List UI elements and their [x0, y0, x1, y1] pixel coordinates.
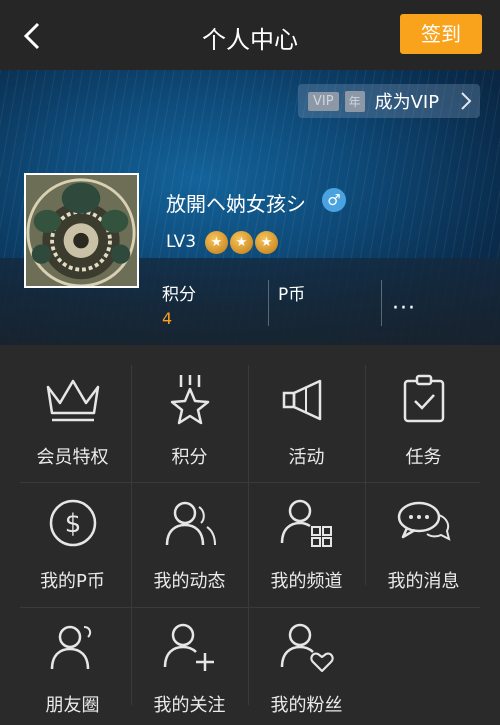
back-arrow-icon[interactable] [14, 18, 50, 54]
user-plus-icon [163, 623, 214, 671]
menu-item-my-fans[interactable]: 我的粉丝 [248, 607, 365, 725]
svg-text:$: $ [64, 509, 81, 539]
menu-item-label: 积分 [171, 447, 208, 468]
vip-tag: VIP [308, 91, 339, 111]
male-gender-icon: ♂ [322, 188, 346, 212]
divider [268, 280, 269, 326]
menu-item-my-posts[interactable]: 我的动态 [131, 483, 248, 601]
year-tag: 年 [344, 90, 365, 112]
menu-item-points[interactable]: 积分 [131, 359, 248, 477]
level-label: LV3 [166, 232, 197, 252]
top-bar: 个人中心 签到 [0, 0, 500, 70]
menu-item-label: 活动 [288, 447, 325, 468]
become-vip-label: 成为VIP [374, 92, 440, 113]
star-icon: ★ [230, 231, 253, 254]
username: 放開ヘ妠女孩シ [166, 192, 306, 216]
menu-item-my-messages[interactable]: 我的消息 [365, 483, 482, 601]
star-icon: ★ [255, 231, 278, 254]
divider [381, 280, 382, 326]
menu-item-label: 我的P币 [40, 571, 105, 592]
menu-item-my-following[interactable]: 我的关注 [131, 607, 248, 725]
crown-icon [46, 379, 99, 422]
clipboard-check-icon [403, 374, 444, 423]
menu-item-label: 我的关注 [153, 695, 226, 716]
stat-pcoin[interactable]: P币 [278, 280, 305, 305]
level-stars: ★ ★ ★ [205, 231, 278, 254]
star-points-icon [170, 375, 209, 425]
menu-item-label: 我的动态 [153, 571, 226, 592]
stat-points[interactable]: 积分 4 [162, 280, 196, 328]
star-icon: ★ [205, 231, 228, 254]
checkin-button[interactable]: 签到 [400, 14, 482, 54]
menu-grid: 会员特权 积分 活动 任务 $ 我的P币 我的动态 我的频道 我的消息 朋友圈 … [0, 345, 500, 725]
stat-points-label: 积分 [162, 285, 196, 305]
chat-bubbles-icon [397, 501, 450, 541]
menu-item-my-pcoins[interactable]: $ 我的P币 [14, 483, 131, 601]
user-grid-icon [280, 499, 332, 547]
menu-item-label: 朋友圈 [45, 695, 100, 716]
menu-item-label: 我的频道 [270, 571, 343, 592]
coin-icon: $ [49, 499, 96, 547]
menu-item-activities[interactable]: 活动 [248, 359, 365, 477]
user-heart-icon [280, 623, 334, 673]
more-button[interactable]: ··· [392, 296, 416, 321]
megaphone-icon [282, 379, 321, 421]
menu-item-member-privileges[interactable]: 会员特权 [14, 359, 131, 477]
become-vip-button[interactable]: VIP 年 成为VIP [298, 84, 480, 118]
menu-item-label: 我的消息 [387, 571, 460, 592]
stat-pcoin-label: P币 [278, 285, 306, 305]
friends-icon [50, 625, 91, 670]
menu-item-my-channels[interactable]: 我的频道 [248, 483, 365, 601]
chevron-right-icon [461, 92, 472, 110]
profile-header: VIP 年 成为VIP 放開ヘ妠女孩シ ♂ LV3 ★ ★ ★ 积分 4 P币 … [0, 70, 500, 345]
avatar-image [26, 175, 137, 286]
avatar[interactable] [24, 173, 139, 288]
users-icon [165, 501, 216, 546]
menu-item-label: 我的粉丝 [270, 695, 343, 716]
menu-item-tasks[interactable]: 任务 [365, 359, 482, 477]
menu-item-label: 会员特权 [36, 447, 109, 468]
menu-item-label: 任务 [405, 447, 442, 468]
menu-item-friends-circle[interactable]: 朋友圈 [14, 607, 131, 725]
stat-points-value: 4 [162, 309, 173, 328]
